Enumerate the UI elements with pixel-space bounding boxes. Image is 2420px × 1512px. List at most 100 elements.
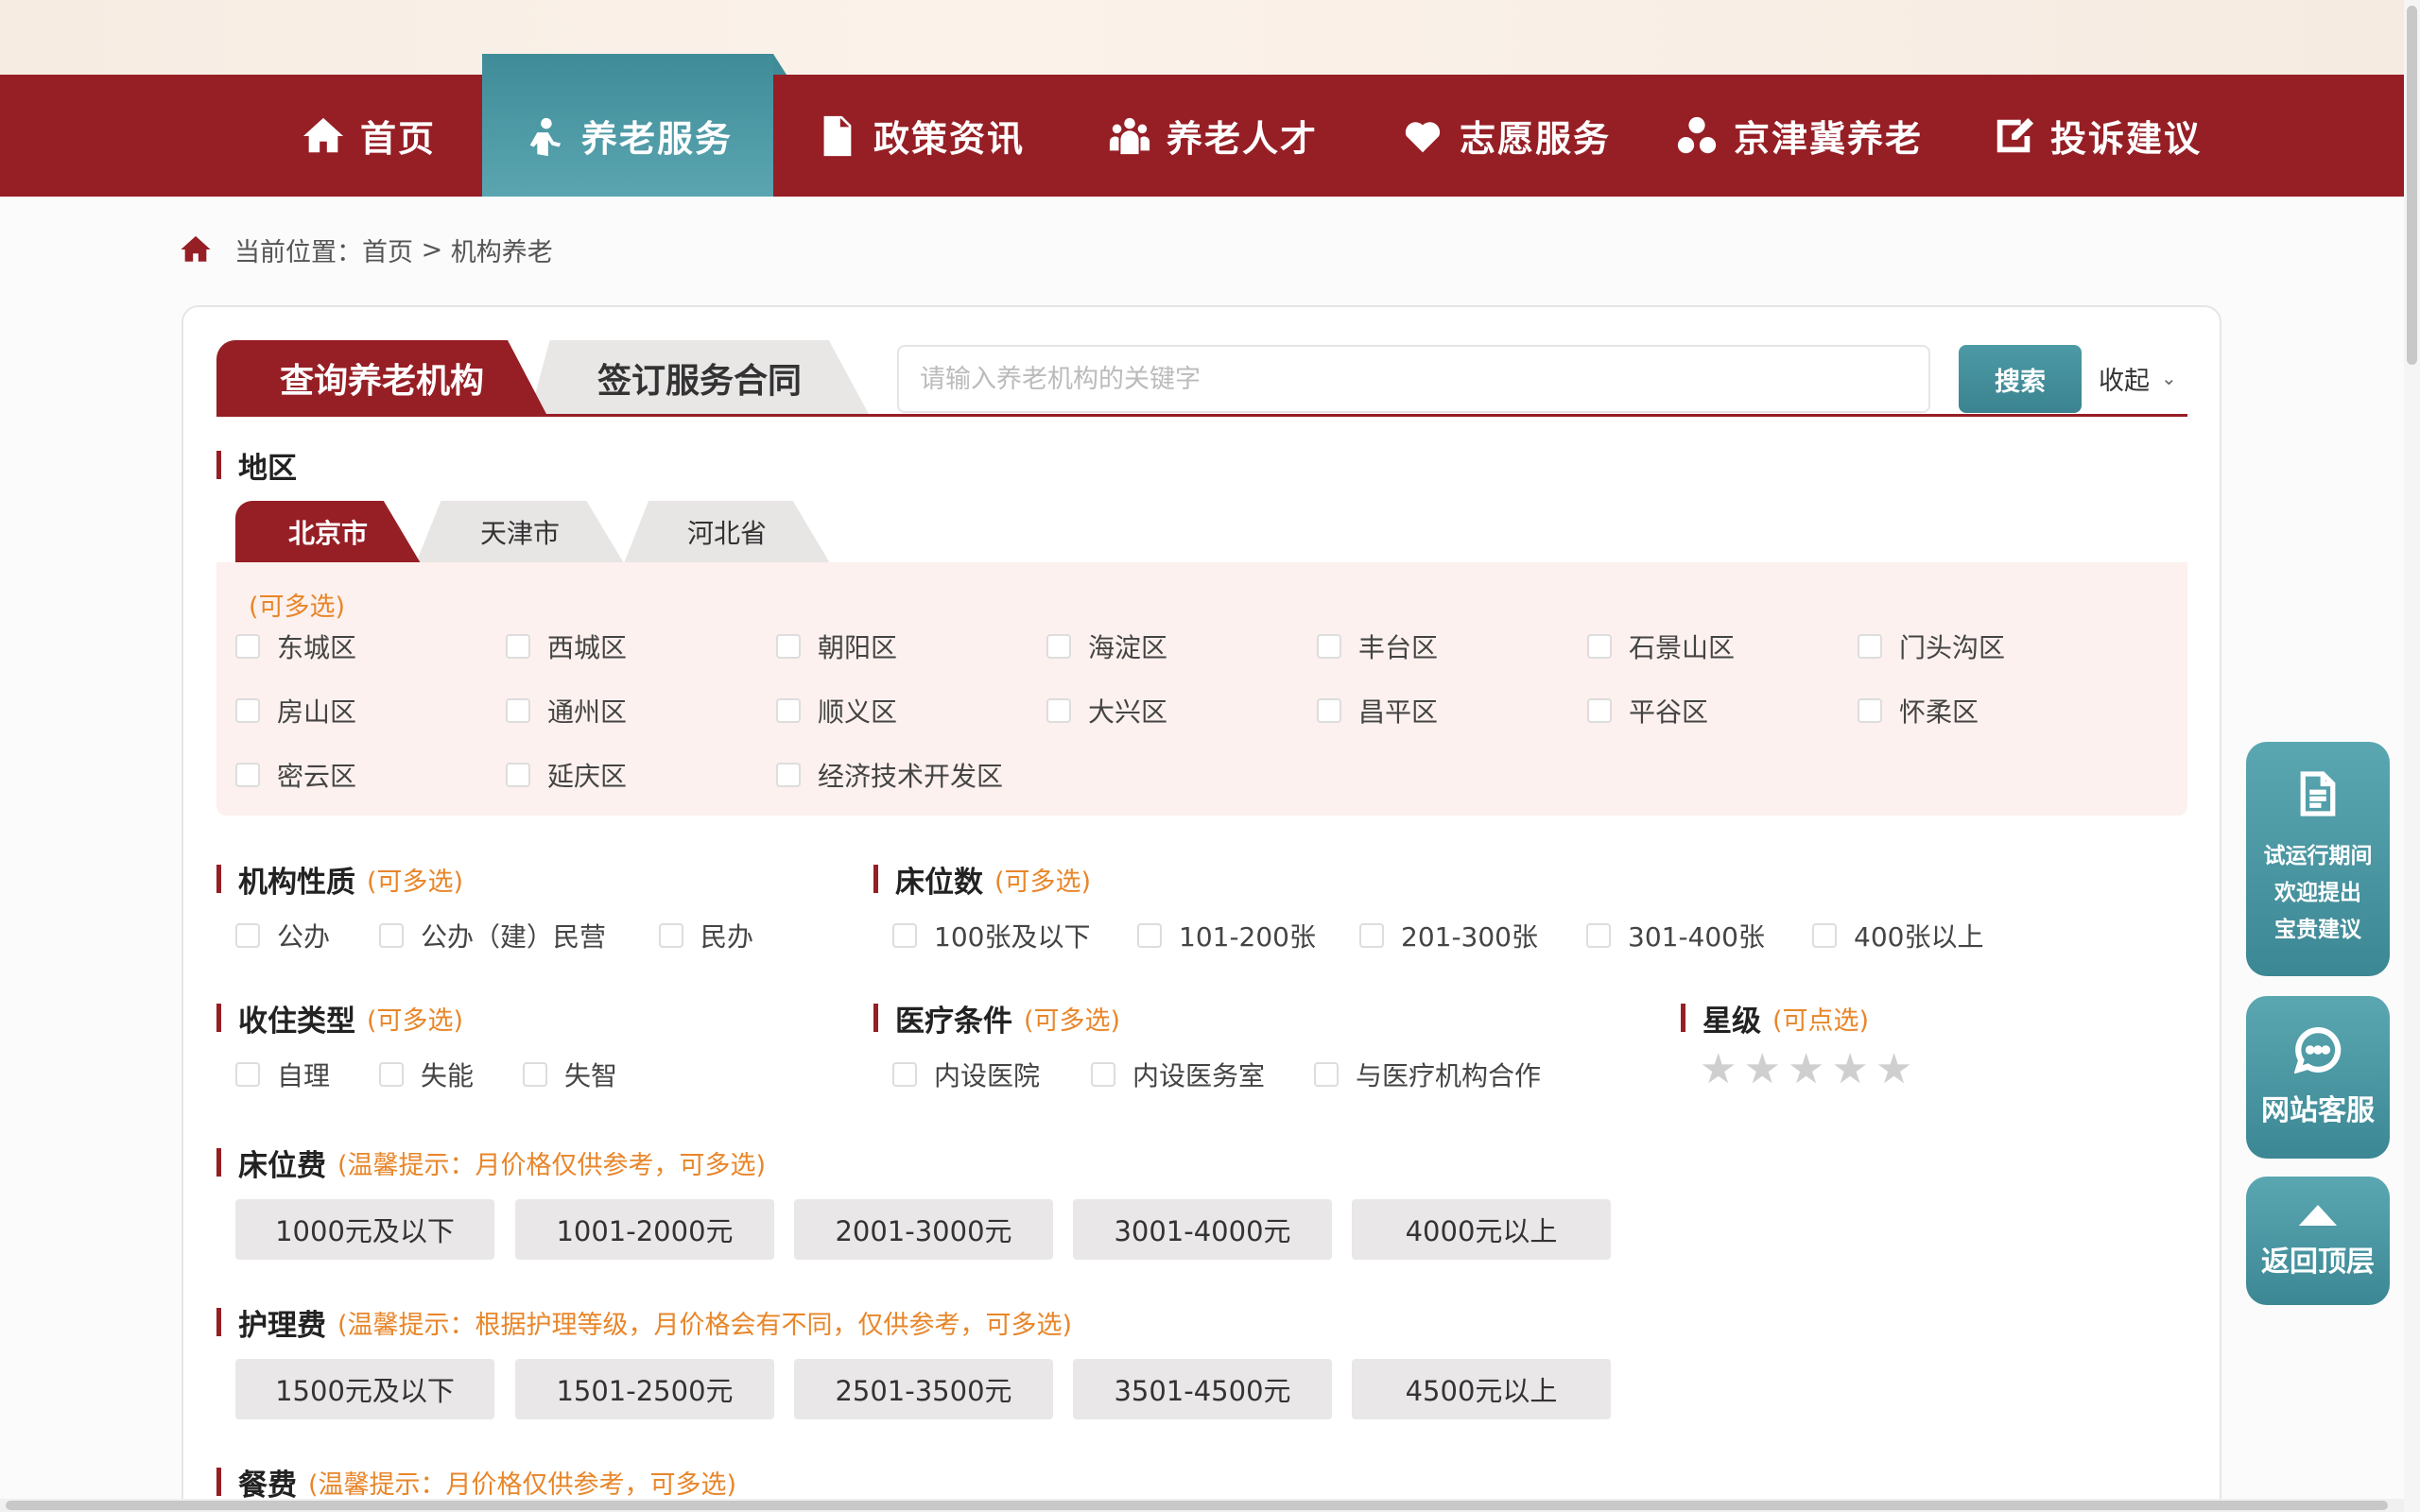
star-icon[interactable]: ★ [1876, 1049, 1912, 1091]
checkbox-district[interactable]: 门头沟区 [1858, 627, 2005, 665]
checkbox[interactable] [523, 1062, 547, 1087]
checkbox-district[interactable]: 丰台区 [1317, 627, 1438, 665]
search-button[interactable]: 搜索 [1959, 345, 2082, 413]
checkbox[interactable] [235, 634, 260, 659]
checkbox-beds-1[interactable]: 100张及以下 [892, 917, 1090, 954]
care-fee-option[interactable]: 3501-4500元 [1073, 1359, 1332, 1419]
nav-home[interactable]: 首页 [255, 75, 482, 197]
nav-talent[interactable]: 养老人才 [1066, 75, 1359, 197]
checkbox[interactable] [1137, 923, 1162, 948]
star-icon[interactable]: ★ [1700, 1049, 1737, 1091]
checkbox-nature-public[interactable]: 公办 [235, 917, 330, 954]
checkbox[interactable] [379, 1062, 404, 1087]
checkbox[interactable] [1858, 698, 1882, 723]
checkbox-district[interactable]: 石景山区 [1587, 627, 1735, 665]
checkbox[interactable] [235, 763, 260, 787]
checkbox[interactable] [506, 698, 530, 723]
checkbox[interactable] [1314, 1062, 1339, 1087]
checkbox-residence-dementia[interactable]: 失智 [523, 1056, 617, 1093]
nav-volunteer[interactable]: 志愿服务 [1359, 75, 1652, 197]
checkbox[interactable] [1587, 698, 1612, 723]
customer-service-button[interactable]: 网站客服 [2246, 996, 2390, 1159]
people-group-icon [1109, 117, 1150, 154]
bed-fee-option[interactable]: 3001-4000元 [1073, 1199, 1332, 1260]
checkbox-district[interactable]: 海淀区 [1046, 627, 1167, 665]
checkbox-district[interactable]: 大兴区 [1046, 692, 1167, 730]
star-icon[interactable]: ★ [1788, 1049, 1824, 1091]
care-fee-option[interactable]: 1501-2500元 [515, 1359, 774, 1419]
bed-fee-option[interactable]: 4000元以上 [1352, 1199, 1611, 1260]
checkbox[interactable] [379, 923, 404, 948]
checkbox-district[interactable]: 东城区 [235, 627, 356, 665]
checkbox-district[interactable]: 朝阳区 [776, 627, 897, 665]
back-to-top-button[interactable]: 返回顶层 [2246, 1177, 2390, 1305]
breadcrumb-separator: > [413, 234, 451, 265]
care-fee-option[interactable]: 1500元及以下 [235, 1359, 494, 1419]
nav-elder-service[interactable]: 养老服务 [482, 54, 786, 197]
checkbox-nature-private[interactable]: 民办 [659, 917, 753, 954]
bed-fee-option[interactable]: 2001-3000元 [794, 1199, 1053, 1260]
checkbox[interactable] [892, 923, 917, 948]
checkbox-nature-public-private[interactable]: 公办（建）民营 [379, 917, 606, 954]
checkbox-label: 通州区 [547, 696, 628, 728]
checkbox-residence-disabled[interactable]: 失能 [379, 1056, 474, 1093]
vertical-scrollbar-thumb[interactable] [2407, 6, 2417, 365]
checkbox-medical-cooperation[interactable]: 与医疗机构合作 [1314, 1056, 1541, 1093]
checkbox[interactable] [1046, 698, 1071, 723]
checkbox[interactable] [776, 763, 801, 787]
care-fee-option[interactable]: 4500元以上 [1352, 1359, 1611, 1419]
checkbox[interactable] [659, 923, 683, 948]
checkbox[interactable] [1091, 1062, 1115, 1087]
checkbox[interactable] [1046, 634, 1071, 659]
checkbox-district[interactable]: 西城区 [506, 627, 627, 665]
search-input[interactable] [897, 345, 1930, 413]
tab-query-institution[interactable]: 查询养老机构 [216, 340, 547, 416]
checkbox-medical-clinic[interactable]: 内设医务室 [1091, 1056, 1265, 1093]
checkbox[interactable] [1317, 698, 1341, 723]
checkbox-residence-self[interactable]: 自理 [235, 1056, 330, 1093]
checkbox[interactable] [776, 634, 801, 659]
breadcrumb-home-link[interactable]: 首页 [362, 232, 413, 268]
checkbox[interactable] [776, 698, 801, 723]
checkbox-district[interactable]: 经济技术开发区 [776, 756, 1003, 794]
checkbox[interactable] [235, 1062, 260, 1087]
checkbox-district[interactable]: 平谷区 [1587, 692, 1708, 730]
checkbox-district[interactable]: 房山区 [235, 692, 356, 730]
checkbox-district[interactable]: 昌平区 [1317, 692, 1438, 730]
care-fee-option[interactable]: 2501-3500元 [794, 1359, 1053, 1419]
bed-fee-option[interactable]: 1001-2000元 [515, 1199, 774, 1260]
checkbox-beds-4[interactable]: 301-400张 [1586, 917, 1765, 954]
feedback-float-button[interactable]: 试运行期间 欢迎提出 宝贵建议 [2246, 742, 2390, 976]
checkbox[interactable] [1359, 923, 1384, 948]
collapse-toggle[interactable]: 收起 ⌄ [2099, 359, 2177, 397]
nav-complaint[interactable]: 投诉建议 [1945, 75, 2248, 197]
checkbox-label: 100张及以下 [934, 921, 1091, 953]
tab-sign-contract[interactable]: 签订服务合同 [529, 340, 870, 416]
checkbox-district[interactable]: 顺义区 [776, 692, 897, 730]
checkbox-district[interactable]: 密云区 [235, 756, 356, 794]
checkbox[interactable] [235, 923, 260, 948]
checkbox[interactable] [892, 1062, 917, 1087]
checkbox-beds-3[interactable]: 201-300张 [1359, 917, 1538, 954]
star-icon[interactable]: ★ [1831, 1049, 1868, 1091]
checkbox-district[interactable]: 怀柔区 [1858, 692, 1979, 730]
checkbox-beds-2[interactable]: 101-200张 [1137, 917, 1316, 954]
bed-fee-option[interactable]: 1000元及以下 [235, 1199, 494, 1260]
horizontal-scrollbar-thumb[interactable] [6, 1501, 2388, 1510]
checkbox-district[interactable]: 延庆区 [506, 756, 627, 794]
checkbox[interactable] [506, 634, 530, 659]
checkbox-medical-hospital[interactable]: 内设医院 [892, 1056, 1040, 1093]
checkbox-beds-5[interactable]: 400张以上 [1812, 917, 1983, 954]
checkbox-district[interactable]: 通州区 [506, 692, 627, 730]
checkbox[interactable] [1586, 923, 1611, 948]
nav-jingjinji[interactable]: 京津冀养老 [1652, 75, 1945, 197]
checkbox[interactable] [506, 763, 530, 787]
star-icon[interactable]: ★ [1743, 1049, 1780, 1091]
checkbox[interactable] [1812, 923, 1837, 948]
checkbox[interactable] [1587, 634, 1612, 659]
nav-policy[interactable]: 政策资讯 [773, 75, 1066, 197]
checkbox-label: 东城区 [277, 632, 357, 663]
checkbox[interactable] [1317, 634, 1341, 659]
checkbox[interactable] [235, 698, 260, 723]
checkbox[interactable] [1858, 634, 1882, 659]
